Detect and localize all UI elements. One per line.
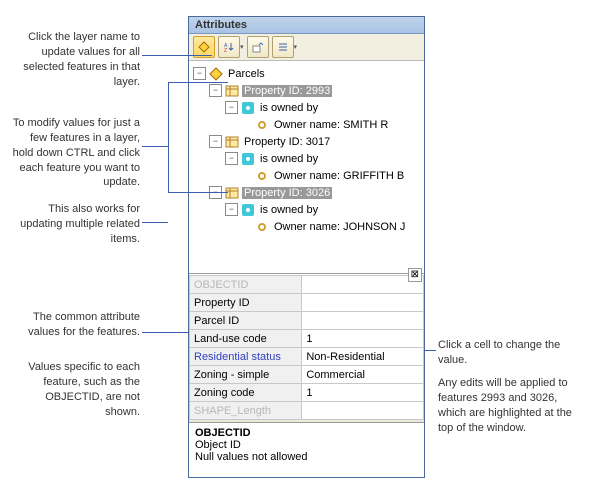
options-button[interactable] xyxy=(272,36,294,58)
annotation: Values specific to each feature, such as… xyxy=(20,360,140,419)
field-name: Parcel ID xyxy=(190,312,302,330)
related-toggle[interactable]: ⊠ xyxy=(408,268,422,282)
dropdown-icon[interactable]: ▾ xyxy=(294,43,298,51)
field-value[interactable] xyxy=(302,294,424,312)
tree-node[interactable]: − is owned by xyxy=(191,99,422,116)
annotation: Any edits will be applied to features 29… xyxy=(438,376,588,435)
annotation: Click a cell to change the value. xyxy=(438,338,578,368)
list-icon xyxy=(277,41,289,53)
sort-icon: AZ xyxy=(223,41,235,53)
tree-label[interactable]: is owned by xyxy=(258,102,320,114)
field-value[interactable]: 1 xyxy=(302,384,424,402)
grid-row: Property ID xyxy=(190,294,424,312)
field-value[interactable] xyxy=(302,312,424,330)
expander[interactable]: − xyxy=(225,203,238,216)
callout-line xyxy=(168,82,169,192)
callout-line xyxy=(142,332,189,333)
grid-row: Zoning - simpleCommercial xyxy=(190,366,424,384)
toolbar: AZ ▾ ▾ xyxy=(189,34,424,61)
grid-row: Residential statusNon-Residential xyxy=(190,348,424,366)
window-title: Attributes xyxy=(189,17,424,34)
circle-icon xyxy=(255,118,269,132)
callout-line xyxy=(424,350,436,351)
table-icon xyxy=(225,135,239,149)
annotation: To modify values for just a few features… xyxy=(10,116,140,190)
field-value[interactable]: Non-Residential xyxy=(302,348,424,366)
grid-row: SHAPE_Length xyxy=(190,402,424,420)
relation-icon xyxy=(241,101,255,115)
promote-button[interactable] xyxy=(247,36,269,58)
tree-label[interactable]: Owner name: GRIFFITH B xyxy=(272,170,406,182)
tree-node[interactable]: − Property ID: 2993 xyxy=(191,82,422,99)
attribute-grid: OBJECTIDProperty IDParcel IDLand-use cod… xyxy=(189,274,424,420)
circle-icon xyxy=(255,220,269,234)
feature-tree[interactable]: −Parcels−Property ID: 2993−is owned byOw… xyxy=(189,61,424,274)
grid-row: Zoning code1 xyxy=(190,384,424,402)
svg-text:Z: Z xyxy=(224,48,227,53)
tree-label[interactable]: is owned by xyxy=(258,153,320,165)
tree-node[interactable]: − is owned by xyxy=(191,201,422,218)
desc-title: OBJECTID xyxy=(195,427,418,439)
field-name: Zoning - simple xyxy=(190,366,302,384)
tree-label[interactable]: Parcels xyxy=(226,68,267,80)
field-name: Zoning code xyxy=(190,384,302,402)
sort-button[interactable]: AZ xyxy=(218,36,240,58)
tree-node[interactable]: Owner name: GRIFFITH B xyxy=(191,167,422,184)
callout-line xyxy=(142,55,212,56)
annotation: This also works for updating multiple re… xyxy=(14,202,140,247)
expander[interactable]: − xyxy=(209,135,222,148)
tree-node[interactable]: Owner name: JOHNSON J xyxy=(191,218,422,235)
desc-subtitle: Object ID xyxy=(195,439,418,451)
annotation: Click the layer name to update values fo… xyxy=(10,30,140,89)
tree-label[interactable]: Property ID: 3026 xyxy=(242,187,332,199)
dropdown-icon[interactable]: ▾ xyxy=(240,43,244,51)
field-name: Residential status xyxy=(190,348,302,366)
expander[interactable]: − xyxy=(225,101,238,114)
tree-node[interactable]: − Property ID: 3017 xyxy=(191,133,422,150)
grid-row: OBJECTID xyxy=(190,276,424,294)
relation-icon xyxy=(241,203,255,217)
expander[interactable]: − xyxy=(193,67,206,80)
field-name: Land-use code xyxy=(190,330,302,348)
grid-row: Parcel ID xyxy=(190,312,424,330)
tree-node[interactable]: − is owned by xyxy=(191,150,422,167)
diamond-icon xyxy=(209,67,223,81)
tree-label[interactable]: Property ID: 2993 xyxy=(242,85,332,97)
tree-label[interactable]: Property ID: 3017 xyxy=(242,136,332,148)
expander[interactable]: − xyxy=(225,152,238,165)
expander[interactable]: − xyxy=(209,84,222,97)
field-value[interactable] xyxy=(302,276,424,294)
field-value[interactable]: Commercial xyxy=(302,366,424,384)
desc-note: Null values not allowed xyxy=(195,451,418,463)
field-value[interactable] xyxy=(302,402,424,420)
grid-row: Land-use code1 xyxy=(190,330,424,348)
callout-line xyxy=(142,222,168,223)
relation-icon xyxy=(241,152,255,166)
table-up-icon xyxy=(252,41,264,53)
field-name: Property ID xyxy=(190,294,302,312)
callout-line xyxy=(142,146,168,147)
field-name: OBJECTID xyxy=(190,276,302,294)
field-name: SHAPE_Length xyxy=(190,402,302,420)
tree-label[interactable]: Owner name: SMITH R xyxy=(272,119,390,131)
table-icon xyxy=(225,84,239,98)
callout-line xyxy=(168,192,228,193)
circle-icon xyxy=(255,169,269,183)
callout-line xyxy=(168,82,228,83)
annotation: The common attribute values for the feat… xyxy=(28,310,140,340)
diamond-icon xyxy=(198,41,210,53)
field-value[interactable]: 1 xyxy=(302,330,424,348)
tree-label[interactable]: Owner name: JOHNSON J xyxy=(272,221,407,233)
attributes-window: Attributes AZ ▾ ▾ −Parcels−Property ID: … xyxy=(188,16,425,478)
tree-node[interactable]: Owner name: SMITH R xyxy=(191,116,422,133)
field-description: OBJECTID Object ID Null values not allow… xyxy=(189,422,424,477)
tree-node[interactable]: − Parcels xyxy=(191,65,422,82)
tree-label[interactable]: is owned by xyxy=(258,204,320,216)
